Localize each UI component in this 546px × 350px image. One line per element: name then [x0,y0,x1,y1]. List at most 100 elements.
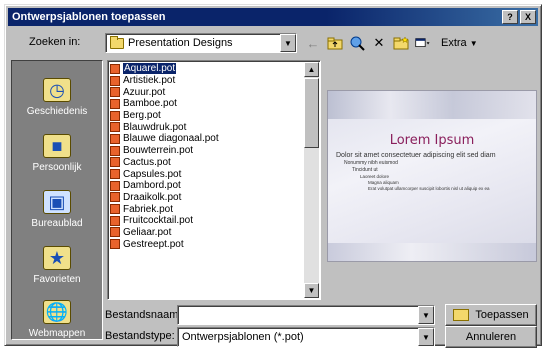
file-list-item[interactable]: Artistiek.pot [110,75,304,87]
places-bar: ◷ Geschiedenis ■ Persoonlijk ▣ Bureaubla… [11,60,103,340]
file-list-item[interactable]: Fruitcocktail.pot [110,215,304,227]
extra-menu[interactable]: Extra ▼ [441,37,478,49]
views-icon[interactable] [415,35,431,51]
look-in-dropdown-button[interactable]: ▼ [280,34,296,52]
delete-icon[interactable]: ✕ [371,35,387,51]
file-list-item[interactable]: Bouwterrein.pot [110,145,304,157]
file-rows: Aquarel.pot Artistiek.pot Azuur.pot Bamboe.… [110,63,304,250]
favorites-icon: ★ [43,246,71,270]
file-list-item[interactable]: Geliaar.pot [110,227,304,239]
look-in-row: Zoeken in: Presentation Designs ▼ ← ✕ Ex… [5,31,541,55]
file-list-item[interactable]: Cactus.pot [110,157,304,169]
place-history[interactable]: ◷ Geschiedenis [12,65,102,117]
file-list-item[interactable]: Bamboe.pot [110,98,304,110]
extra-menu-label: Extra [441,37,467,49]
file-name: Blauwe diagonaal.pot [123,133,219,145]
web-folders-icon: 🌐 [43,300,71,324]
look-in-combobox[interactable]: Presentation Designs ▼ [105,33,297,53]
file-name: Geliaar.pot [123,226,172,238]
place-label: Favorieten [33,274,81,285]
slide-bullet: Dolor sit amet consectetuer adipiscing e… [336,152,496,159]
new-folder-icon[interactable] [393,35,409,51]
file-list-item[interactable]: Gestreept.pot [110,238,304,250]
file-name: Gestreept.pot [123,238,184,250]
my-documents-icon: ■ [43,134,71,158]
file-list[interactable]: Aquarel.pot Artistiek.pot Azuur.pot Bamboe.… [107,60,321,300]
powerpoint-template-icon [110,227,120,238]
filename-dropdown-button[interactable]: ▼ [418,306,434,324]
slide-decoration-bottom [328,243,536,261]
file-list-item[interactable]: Draaikolk.pot [110,192,304,204]
scroll-up-button[interactable]: ▲ [304,62,319,77]
chevron-down-icon: ▼ [469,39,478,48]
scroll-down-button[interactable]: ▼ [304,283,319,298]
filetype-select[interactable]: Ontwerpsjablonen (*.pot) ▼ [177,327,435,347]
place-label: Geschiedenis [26,106,88,117]
place-label: Webmappen [28,328,86,339]
file-name: Fabriek.pot [123,203,174,215]
file-name: Fruitcocktail.pot [123,215,194,227]
powerpoint-template-icon [110,239,120,250]
apply-button[interactable]: Toepassen [445,304,537,326]
file-list-scrollbar[interactable]: ▲ ▼ [304,62,319,298]
scroll-thumb[interactable] [304,78,319,148]
powerpoint-template-icon [110,180,120,191]
place-label: Bureaublad [31,218,83,229]
close-button[interactable]: X [520,10,536,24]
place-favorites[interactable]: ★ Favorieten [12,233,102,285]
powerpoint-template-icon [110,122,120,133]
title-bar: Ontwerpsjablonen toepassen ? X [8,8,538,26]
open-folder-icon [453,309,470,321]
back-arrow-icon[interactable]: ← [305,35,321,51]
file-list-item[interactable]: Azuur.pot [110,86,304,98]
file-list-item[interactable]: Berg.pot [110,110,304,122]
folder-icon [110,35,124,49]
powerpoint-template-icon [110,192,120,203]
file-list-item[interactable]: Capsules.pot [110,168,304,180]
dialog-title: Ontwerpsjablonen toepassen [12,11,166,23]
cancel-button-label: Annuleren [465,331,517,343]
powerpoint-template-icon [110,110,120,121]
file-list-item[interactable]: Dambord.pot [110,180,304,192]
file-list-item[interactable]: Blauwe diagonaal.pot [110,133,304,145]
powerpoint-template-icon [110,215,120,226]
file-name: Capsules.pot [123,168,182,180]
filetype-value: Ontwerpsjablonen (*.pot) [182,331,304,343]
slide-bullet: Erat volutpat ullamcorper suscipit lobor… [368,186,490,191]
place-web-folders[interactable]: 🌐 Webmappen [12,287,102,339]
preview-pane: Lorem Ipsum Dolor sit amet consectetuer … [327,60,537,300]
file-list-item[interactable]: Blauwdruk.pot [110,121,304,133]
file-name: Cactus.pot [123,156,171,168]
look-in-label: Zoeken in: [29,36,81,48]
file-name: Berg.pot [123,110,161,122]
powerpoint-template-icon [110,98,120,109]
powerpoint-template-icon [110,75,120,86]
file-list-item[interactable]: Fabriek.pot [110,203,304,215]
cancel-button[interactable]: Annuleren [445,326,537,348]
history-icon: ◷ [43,78,71,102]
powerpoint-template-icon [110,204,120,215]
apply-design-dialog: Ontwerpsjablonen toepassen ? X Zoeken in… [4,4,542,348]
powerpoint-template-icon [110,157,120,168]
slide-decoration-top [328,91,536,119]
slide-body: Dolor sit amet consectetuer adipiscing e… [336,151,528,192]
help-button[interactable]: ? [502,10,518,24]
filetype-label: Bestandstype: [105,330,175,342]
filetype-dropdown-button[interactable]: ▼ [418,328,434,346]
file-name: Dambord.pot [123,180,181,192]
file-name: Bouwterrein.pot [123,145,194,157]
up-folder-icon[interactable] [327,35,343,51]
place-desktop[interactable]: ▣ Bureaublad [12,177,102,229]
dialog-toolbar: ← ✕ Extra ▼ [305,35,478,51]
slide-title: Lorem Ipsum [389,133,475,148]
place-label: Persoonlijk [32,162,82,173]
search-web-icon[interactable] [349,35,365,51]
title-buttons: ? X [502,10,536,24]
file-list-item[interactable]: Aquarel.pot [110,63,304,75]
file-name: Azuur.pot [123,86,166,98]
slide-bullet: Tincidunt ut [352,167,378,173]
place-my-documents[interactable]: ■ Persoonlijk [12,121,102,173]
file-name: Blauwdruk.pot [123,121,187,133]
filename-field[interactable]: ▼ [177,305,435,325]
filename-label: Bestandsnaam: [105,309,182,321]
